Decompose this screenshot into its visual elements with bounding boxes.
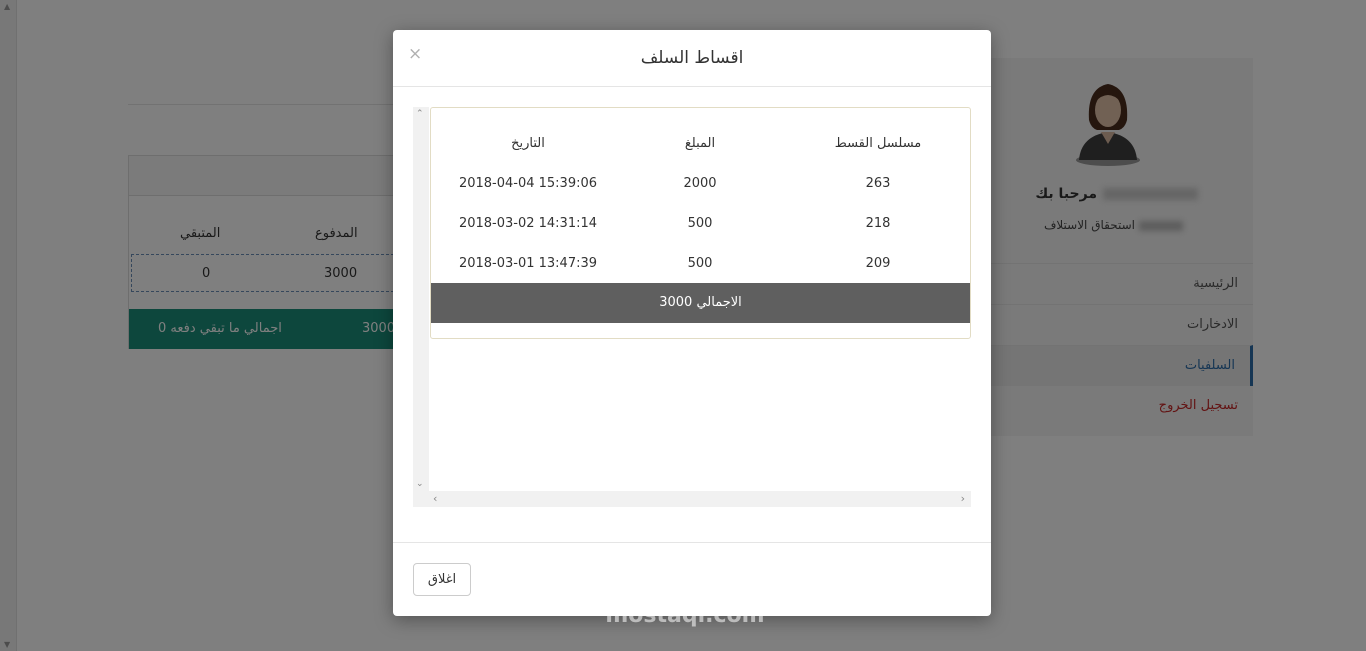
watermark-latin: mostaql.com bbox=[605, 603, 765, 628]
row-amount: 500 bbox=[687, 256, 713, 271]
installments-scroll-area[interactable]: ⌃ ⌄ ‹ › مسلسل القسط المبلغ التاريخ 263 2… bbox=[413, 107, 971, 507]
row-serial: 263 bbox=[865, 176, 891, 191]
modal-header: × اقساط السلف bbox=[393, 30, 991, 87]
loan-installments-modal: × اقساط السلف ⌃ ⌄ ‹ › مسلسل القسط المبلغ… bbox=[393, 30, 991, 616]
modal-title: اقساط السلف bbox=[640, 48, 744, 68]
row-date: 2018-03-01 13:47:39 bbox=[458, 256, 598, 271]
vertical-scrollbar[interactable]: ⌃ ⌄ bbox=[413, 107, 429, 491]
close-button[interactable]: اغلاق bbox=[413, 563, 471, 596]
watermark: مستقل mostaql.com bbox=[600, 560, 770, 640]
amount-header: المبلغ bbox=[684, 136, 716, 151]
row-amount: 2000 bbox=[683, 176, 717, 191]
total-row: الاجمالي 3000 bbox=[431, 283, 970, 323]
row-date: 2018-04-04 15:39:06 bbox=[458, 176, 598, 191]
row-amount: 500 bbox=[687, 216, 713, 231]
row-date: 2018-03-02 14:31:14 bbox=[458, 216, 598, 231]
row-serial: 218 bbox=[865, 216, 891, 231]
serial-header: مسلسل القسط bbox=[834, 136, 922, 151]
watermark-arabic: مستقل bbox=[615, 560, 755, 604]
installments-table: مسلسل القسط المبلغ التاريخ 263 2000 2018… bbox=[430, 107, 971, 339]
horizontal-scrollbar[interactable]: ‹ › bbox=[413, 491, 971, 507]
chevron-right-icon[interactable]: › bbox=[961, 492, 965, 505]
row-serial: 209 bbox=[865, 256, 891, 271]
chevron-up-icon[interactable]: ⌃ bbox=[416, 109, 424, 119]
chevron-left-icon[interactable]: ‹ bbox=[433, 492, 437, 505]
chevron-down-icon[interactable]: ⌄ bbox=[416, 479, 424, 489]
date-header: التاريخ bbox=[511, 136, 545, 151]
